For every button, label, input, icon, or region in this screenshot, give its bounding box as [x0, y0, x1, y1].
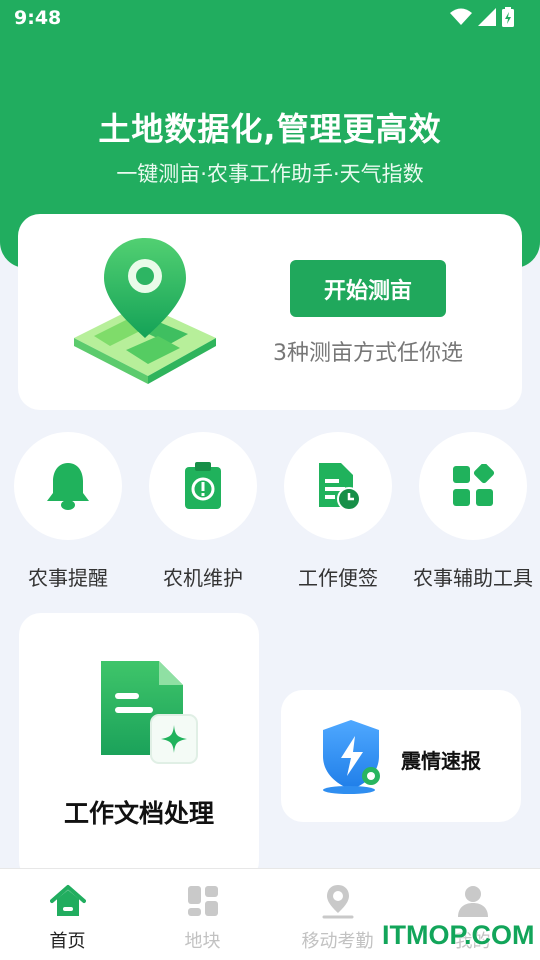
quick-action-label: 农事辅助工具	[413, 566, 533, 590]
home-icon	[49, 885, 86, 916]
hero-subtitle: 一键测亩·农事工作助手·天气指数	[116, 162, 424, 186]
quick-action-circle	[419, 432, 527, 540]
map-pin-illustration-icon	[74, 238, 216, 384]
quick-action-circle	[149, 432, 257, 540]
shield-lightning-icon	[323, 720, 380, 794]
quick-action-farm-reminder[interactable]: 农事提醒	[0, 432, 136, 592]
hero-title: 土地数据化,管理更高效	[98, 110, 442, 148]
quick-action-label: 农机维护	[163, 566, 243, 590]
document-sparkle-icon	[101, 661, 198, 764]
measure-methods-text: 3种测亩方式任你选	[273, 341, 463, 366]
measure-card[interactable]: 开始测亩 3种测亩方式任你选	[18, 214, 522, 410]
start-measure-button[interactable]: 开始测亩	[290, 260, 446, 317]
wifi-icon	[450, 8, 472, 25]
status-icons	[450, 7, 514, 27]
location-pin-icon	[322, 885, 353, 919]
nav-label: 地块	[184, 931, 221, 952]
nav-label: 首页	[49, 931, 86, 952]
quick-action-circle	[14, 432, 122, 540]
quick-action-label: 工作便签	[298, 566, 378, 590]
person-icon	[457, 886, 488, 917]
bell-icon	[47, 463, 89, 510]
earthquake-report-card[interactable]: 震情速报	[281, 690, 521, 822]
quick-action-circle	[284, 432, 392, 540]
clipboard-alert-icon	[185, 462, 221, 509]
work-document-card[interactable]: 工作文档处理	[19, 613, 259, 883]
watermark-text: ITMOP.COM	[382, 920, 535, 950]
nav-item-home[interactable]: 首页	[0, 869, 135, 960]
earthquake-report-title: 震情速报	[401, 749, 481, 773]
status-time: 9:48	[14, 7, 62, 29]
quick-action-work-notes[interactable]: 工作便签	[270, 432, 406, 592]
note-clock-icon	[319, 463, 361, 511]
nav-item-plots[interactable]: 地块	[135, 869, 270, 960]
blocks-icon	[187, 886, 218, 916]
battery-icon	[502, 7, 514, 27]
signal-icon	[478, 8, 496, 26]
apps-grid-icon	[453, 464, 495, 506]
work-document-title: 工作文档处理	[63, 799, 214, 828]
status-bar: 9:48	[0, 0, 540, 36]
quick-action-farm-tools[interactable]: 农事辅助工具	[405, 432, 540, 592]
quick-action-machinery-maintenance[interactable]: 农机维护	[135, 432, 271, 592]
